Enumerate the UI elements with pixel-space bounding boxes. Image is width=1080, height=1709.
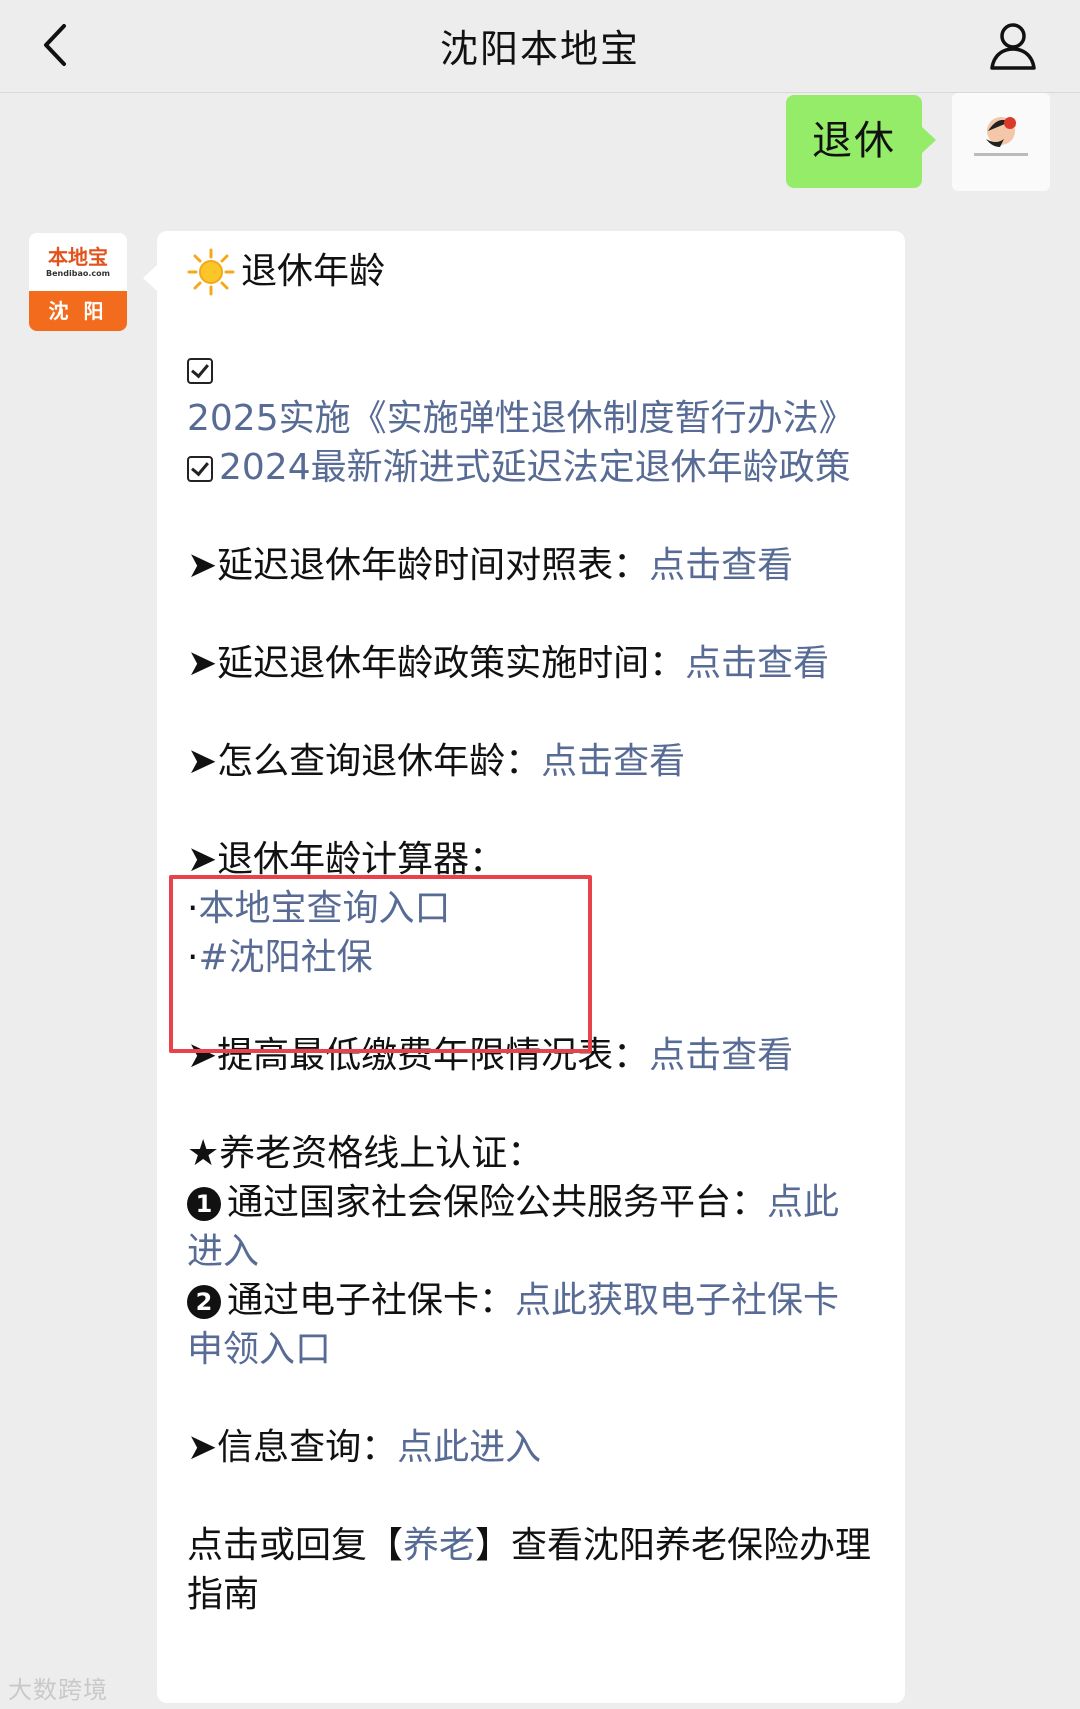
policy-link[interactable]: 2024最新渐进式延迟法定退休年龄政策 [219, 447, 851, 488]
list-item: ➤提高最低缴费年限情况表：点击查看 [187, 1031, 875, 1080]
certification-step: 1 通过国家社会保险公共服务平台：点此进入 [187, 1178, 875, 1276]
policy-item[interactable]: 2025实施《实施弹性退休制度暂行办法》 [187, 345, 875, 443]
list-item: ➤怎么查询退休年龄：点击查看 [187, 737, 875, 786]
bullet: · [187, 888, 199, 929]
brand-domain-text: Bendibao.com [46, 269, 110, 278]
item-label: ➤信息查询： [187, 1427, 398, 1468]
calculator-title: ➤退休年龄计算器： [187, 839, 506, 880]
step-label: 通过国家社会保险公共服务平台： [227, 1182, 768, 1223]
calculator-entry: ·本地宝查询入口 [187, 884, 875, 933]
number-badge: 1 [187, 1187, 221, 1221]
sun-icon [187, 248, 235, 296]
item-label: ➤提高最低缴费年限情况表： [187, 1035, 650, 1076]
step-label: 通过电子社保卡： [227, 1280, 516, 1321]
enter-link[interactable]: 点此进入 [397, 1427, 541, 1468]
list-item: ➤延迟退休年龄政策实施时间：点击查看 [187, 639, 875, 688]
reply-heading: 退休年龄 [187, 247, 875, 296]
policy-item[interactable]: 2024最新渐进式延迟法定退休年龄政策 [187, 443, 875, 492]
list-item: ➤延迟退休年龄时间对照表：点击查看 [187, 541, 875, 590]
user-avatar[interactable] [952, 93, 1050, 191]
view-link[interactable]: 点击查看 [649, 545, 793, 586]
city-label: 沈 阳 [29, 291, 127, 331]
keyword-link[interactable]: 养老 [403, 1525, 475, 1566]
view-link[interactable]: 点击查看 [541, 741, 685, 782]
certification-title: ★养老资格线上认证： [187, 1133, 544, 1174]
checkbox-icon [187, 358, 213, 384]
item-label: ➤延迟退休年龄时间对照表： [187, 545, 650, 586]
top-nav-bar: 沈阳本地宝 [0, 0, 1080, 93]
heading-text: 退休年龄 [241, 251, 386, 292]
query-entry-link[interactable]: 本地宝查询入口 [198, 888, 450, 929]
policy-link[interactable]: 2025实施《实施弹性退休制度暂行办法》 [187, 398, 855, 439]
calculator-entry: ·#沈阳社保 [187, 933, 875, 982]
user-message-bubble[interactable]: 退休 [786, 95, 936, 188]
user-profile-icon[interactable] [986, 18, 1040, 72]
bot-reply-bubble: 退休年龄 2025实施《实施弹性退休制度暂行办法》 2024最新渐进式延迟法定退… [143, 231, 905, 1703]
view-link[interactable]: 点击查看 [685, 643, 829, 684]
list-item: ➤信息查询：点此进入 [187, 1423, 875, 1472]
item-label: ➤延迟退休年龄政策实施时间： [187, 643, 686, 684]
bullet: · [187, 937, 199, 978]
chat-title: 沈阳本地宝 [439, 27, 640, 71]
certification-step: 2 通过电子社保卡：点此获取电子社保卡申领入口 [187, 1276, 875, 1374]
hashtag-link[interactable]: #沈阳社保 [198, 937, 372, 978]
brand-logo-text: 本地宝 [48, 245, 108, 269]
checkbox-icon [187, 456, 213, 482]
item-label: ➤怎么查询退休年龄： [187, 741, 542, 782]
footer-text: 点击或回复【 [187, 1525, 404, 1566]
footer-note: 点击或回复【养老】查看沈阳养老保险办理指南 [187, 1521, 875, 1619]
watermark: 大数跨境 [8, 1676, 108, 1704]
official-account-avatar[interactable]: 本地宝 Bendibao.com 沈 阳 [29, 233, 127, 331]
view-link[interactable]: 点击查看 [649, 1035, 793, 1076]
number-badge: 2 [187, 1285, 221, 1319]
